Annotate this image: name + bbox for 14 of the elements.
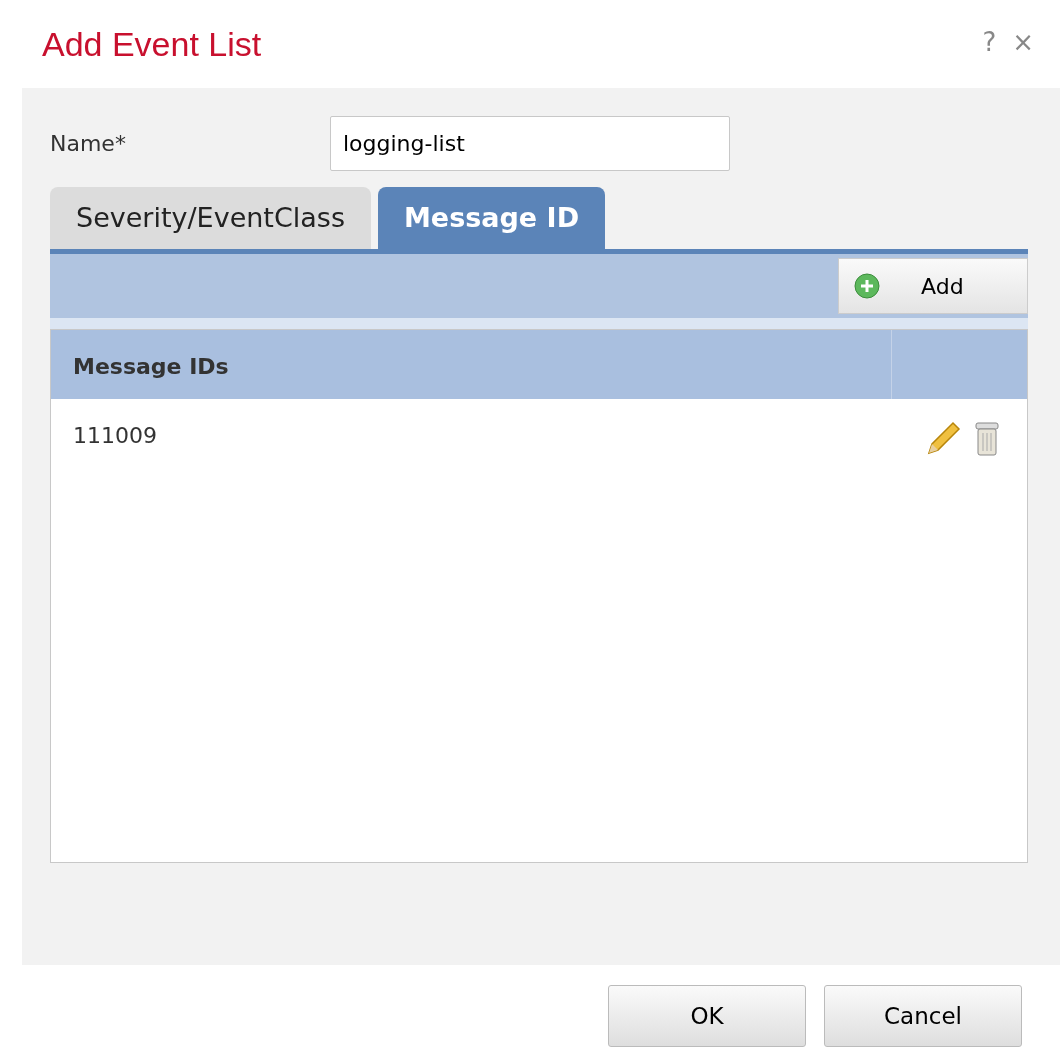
name-label: Name* (50, 130, 127, 158)
plus-icon (853, 272, 881, 300)
close-button[interactable]: × (1008, 24, 1038, 61)
dialog-title: Add Event List (42, 24, 262, 65)
name-field[interactable]: logging-list (330, 116, 730, 171)
trash-icon[interactable] (973, 419, 1001, 457)
column-header: Message IDs (51, 330, 892, 399)
tab[interactable]: Message ID (378, 187, 606, 249)
dialog-button[interactable]: OK (608, 985, 806, 1047)
dialog-button[interactable]: Cancel (824, 985, 1022, 1047)
add-button[interactable]: Add (838, 258, 1028, 314)
help-button[interactable]: ? (978, 24, 1001, 61)
table-cell-text: 111009 (73, 422, 157, 450)
tab[interactable]: Severity/EventClass (50, 187, 371, 249)
